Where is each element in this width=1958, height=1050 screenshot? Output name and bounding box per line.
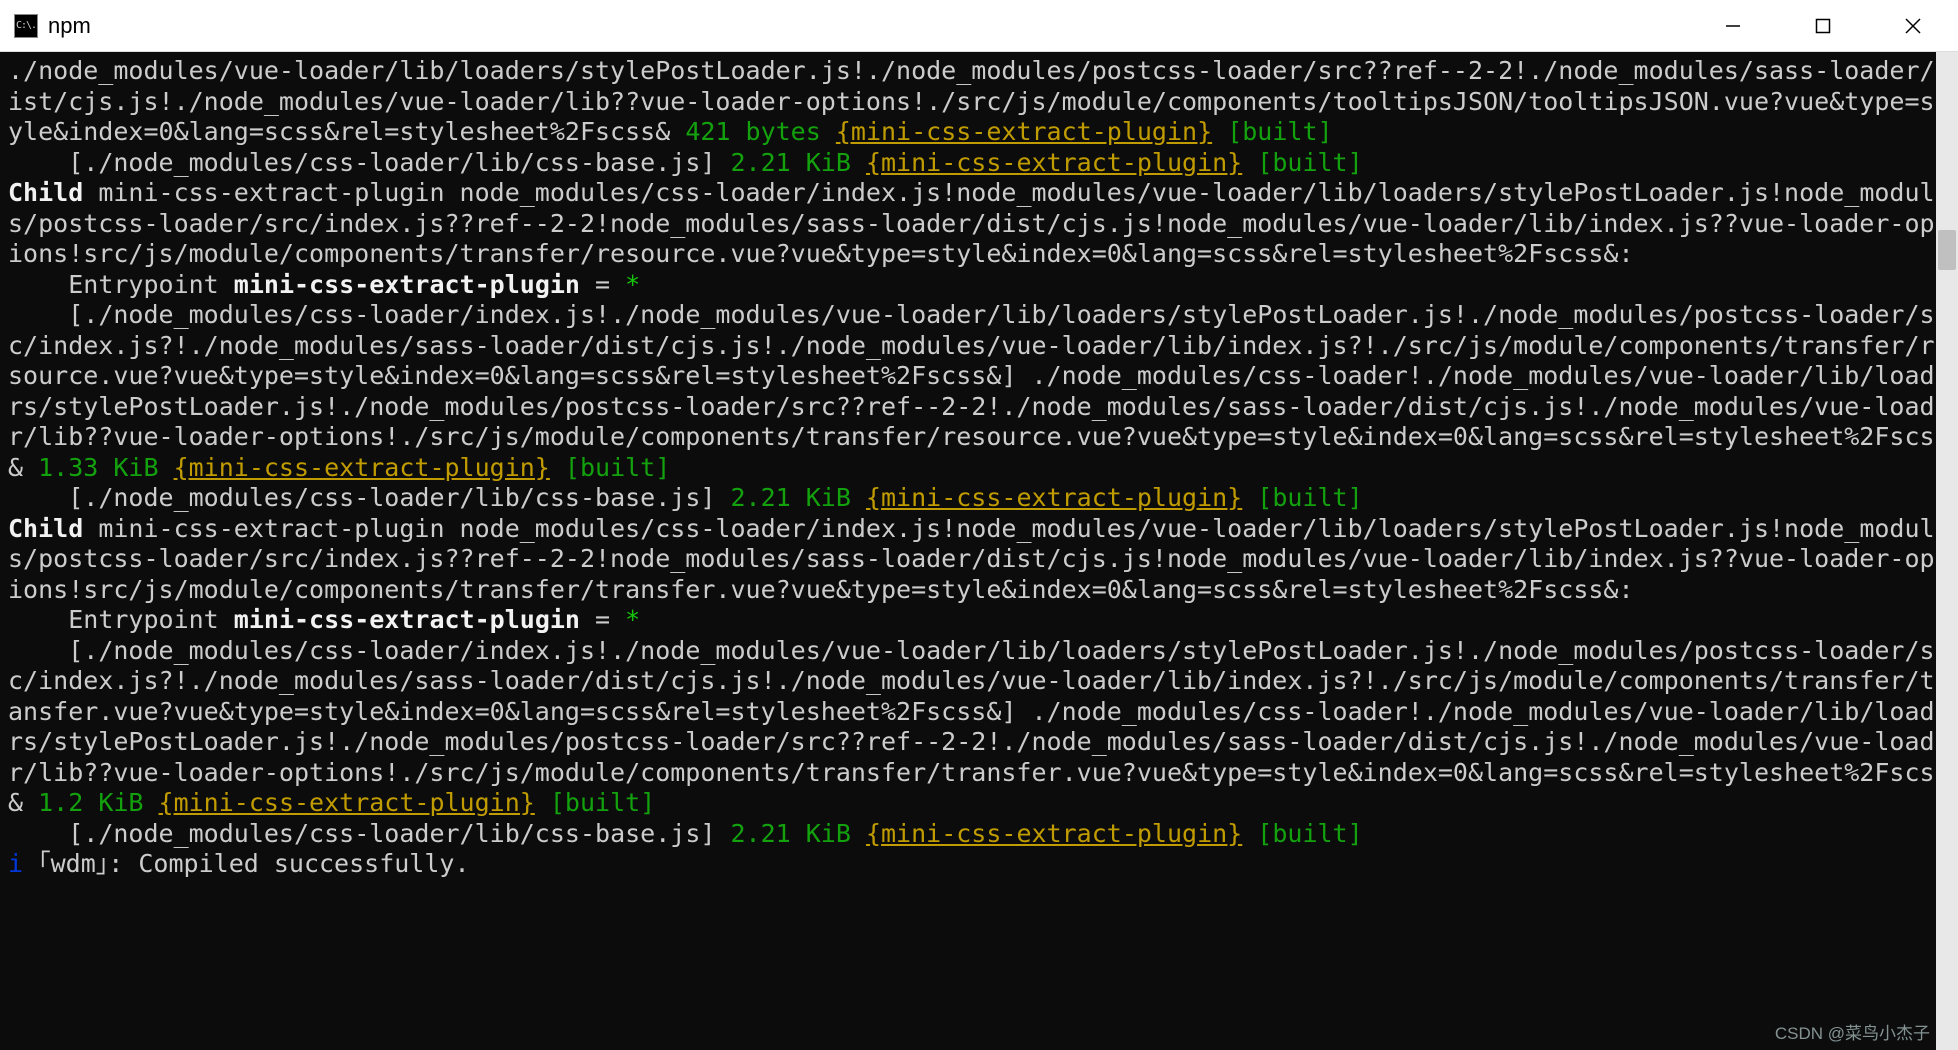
size-text: 421 bytes <box>670 117 836 146</box>
entry-name: mini-css-extract-plugin <box>234 270 580 299</box>
built-tag: [built] <box>1212 117 1332 146</box>
chunk-name: {mini-css-extract-plugin} <box>174 453 550 482</box>
size-text: 1.2 KiB <box>23 788 158 817</box>
child-label: Child <box>8 178 83 207</box>
child-desc: mini-css-extract-plugin node_modules/css… <box>8 178 1950 268</box>
scrollbar-thumb[interactable] <box>1938 230 1956 270</box>
size-text: 2.21 KiB <box>730 148 865 177</box>
build-line: [./node_modules/css-loader/lib/css-base.… <box>8 483 730 512</box>
window-titlebar: C:\. npm <box>0 0 1958 52</box>
entry-eq: = <box>580 270 625 299</box>
compiled-msg: : Compiled successfully. <box>108 849 469 878</box>
built-tag: [built] <box>550 453 670 482</box>
close-icon <box>1904 17 1922 35</box>
built-tag: [built] <box>1242 148 1362 177</box>
wdm-tag: ｢wdm｣ <box>23 849 108 878</box>
maximize-button[interactable] <box>1778 0 1868 52</box>
chunk-name: {mini-css-extract-plugin} <box>866 483 1242 512</box>
terminal-output[interactable]: ./node_modules/vue-loader/lib/loaders/st… <box>0 52 1958 1050</box>
watermark: CSDN @菜鸟小杰子 <box>1775 1019 1930 1044</box>
build-line: [./node_modules/css-loader/lib/css-base.… <box>8 148 730 177</box>
entry-eq: = <box>580 605 625 634</box>
minimize-button[interactable] <box>1688 0 1778 52</box>
entry-prefix: Entrypoint <box>8 605 234 634</box>
close-button[interactable] <box>1868 0 1958 52</box>
app-icon: C:\. <box>14 14 38 38</box>
size-text: 1.33 KiB <box>23 453 174 482</box>
chunk-name: {mini-css-extract-plugin} <box>836 117 1212 146</box>
built-tag: [built] <box>1242 819 1362 848</box>
minimize-icon <box>1725 18 1741 34</box>
entry-prefix: Entrypoint <box>8 270 234 299</box>
chunk-name: {mini-css-extract-plugin} <box>866 819 1242 848</box>
size-text: 2.21 KiB <box>730 483 865 512</box>
child-label: Child <box>8 514 83 543</box>
info-icon: i <box>8 849 23 878</box>
size-text: 2.21 KiB <box>730 819 865 848</box>
chunk-name: {mini-css-extract-plugin} <box>866 148 1242 177</box>
build-line: [./node_modules/css-loader/lib/css-base.… <box>8 819 730 848</box>
entry-name: mini-css-extract-plugin <box>234 605 580 634</box>
built-tag: [built] <box>535 788 655 817</box>
chunk-name: {mini-css-extract-plugin} <box>159 788 535 817</box>
window-title: npm <box>48 13 91 39</box>
child-desc: mini-css-extract-plugin node_modules/css… <box>8 514 1950 604</box>
maximize-icon <box>1815 18 1831 34</box>
entry-star: * <box>625 605 640 634</box>
scrollbar[interactable] <box>1936 52 1958 1050</box>
built-tag: [built] <box>1242 483 1362 512</box>
entry-star: * <box>625 270 640 299</box>
